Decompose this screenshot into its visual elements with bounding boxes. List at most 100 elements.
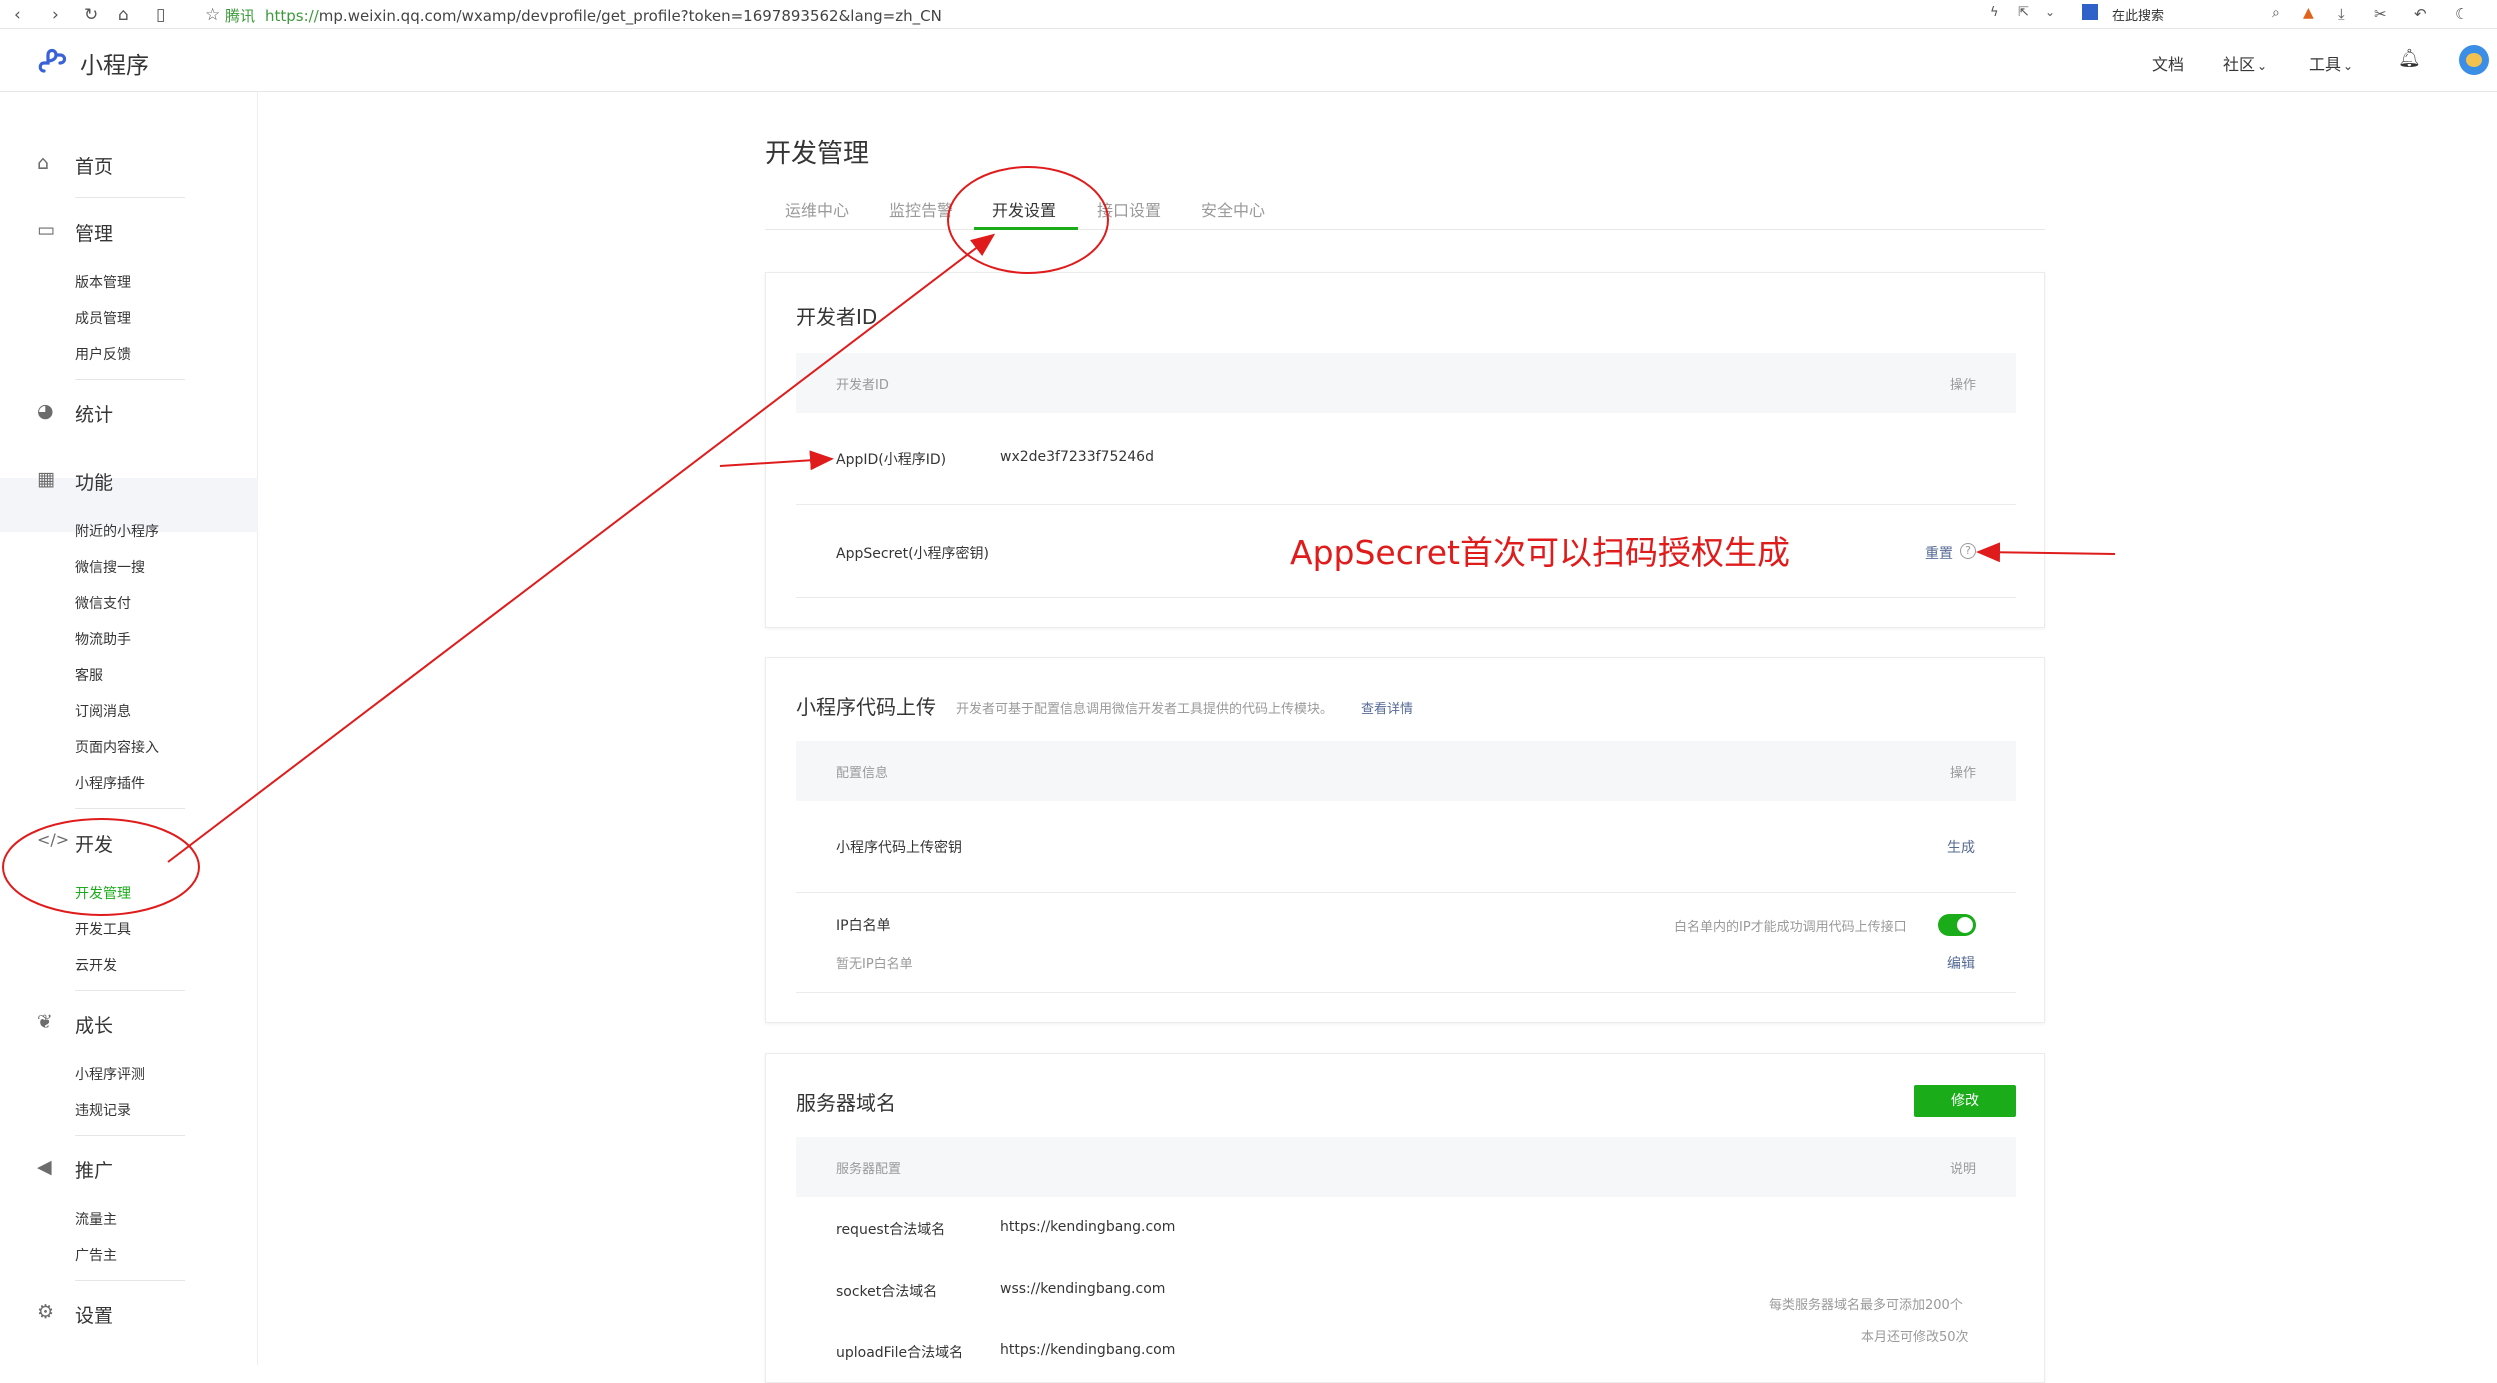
gear-icon: ⚙ bbox=[37, 1301, 55, 1323]
lightning-icon[interactable]: ϟ bbox=[1990, 5, 1999, 20]
edit-whitelist-link[interactable]: 编辑 bbox=[1947, 953, 1975, 973]
socket-domain-label: socket合法域名 bbox=[836, 1284, 938, 1300]
share-icon[interactable]: ⇱ bbox=[2018, 5, 2029, 20]
card-server-domains: 服务器域名 修改 服务器配置 说明 request合法域名 https://ke… bbox=[765, 1053, 2045, 1383]
avatar[interactable] bbox=[2459, 45, 2489, 75]
sidebar-item-home[interactable]: 首页 bbox=[75, 152, 113, 179]
brand-title: 小程序 bbox=[80, 53, 149, 79]
home-icon: ⌂ bbox=[37, 152, 50, 174]
annotation-text: AppSecret首次可以扫码授权生成 bbox=[1290, 533, 1790, 572]
forward-icon[interactable]: › bbox=[52, 5, 59, 25]
help-icon[interactable]: ? bbox=[1960, 543, 1976, 559]
sidebar-item-feedback[interactable]: 用户反馈 bbox=[75, 344, 131, 364]
divider bbox=[75, 990, 185, 991]
scissors-icon[interactable]: ✂ bbox=[2374, 5, 2387, 23]
sidebar-item-dev-tools[interactable]: 开发工具 bbox=[75, 919, 131, 939]
appid-label: AppID(小程序ID) bbox=[836, 452, 947, 468]
sidebar-item-content[interactable]: 页面内容接入 bbox=[75, 737, 159, 757]
appid-value: wx2de3f7233f75246d bbox=[1000, 449, 1154, 465]
generate-key-link[interactable]: 生成 bbox=[1947, 837, 1975, 857]
reset-secret-link[interactable]: 重置 bbox=[1925, 543, 1953, 563]
sidebar-item-pay[interactable]: 微信支付 bbox=[75, 593, 131, 613]
pie-chart-icon: ◕ bbox=[37, 400, 54, 422]
chevron-down-icon[interactable]: ⌄ bbox=[2045, 5, 2055, 19]
chevron-down-icon: ⌄ bbox=[2343, 59, 2354, 73]
sidebar-item-search[interactable]: 微信搜一搜 bbox=[75, 557, 145, 577]
sidebar-item-settings[interactable]: 设置 bbox=[75, 1301, 113, 1328]
domain-limit-note: 每类服务器域名最多可添加200个 bbox=[1769, 1298, 1963, 1313]
url-scheme: https:// bbox=[265, 7, 319, 25]
refresh-icon[interactable]: ↻ bbox=[84, 5, 98, 25]
ip-whitelist-toggle[interactable] bbox=[1938, 914, 1976, 936]
star-icon[interactable]: ☆ bbox=[205, 5, 220, 25]
browser-search-placeholder: 在此搜索 bbox=[2112, 9, 2165, 24]
row-divider bbox=[796, 597, 2016, 598]
sidebar-item-features[interactable]: 功能 bbox=[75, 468, 113, 495]
sidebar-item-nearby[interactable]: 附近的小程序 bbox=[75, 521, 159, 541]
upload-domain-value: https://kendingbang.com bbox=[1000, 1342, 1176, 1358]
download-icon[interactable]: ⤓ bbox=[2338, 5, 2345, 23]
grid-icon: ▦ bbox=[37, 468, 55, 490]
back-icon[interactable]: ‹ bbox=[14, 5, 21, 25]
ip-whitelist-hint: 白名单内的IP才能成功调用代码上传接口 bbox=[1674, 920, 1907, 935]
bell-icon[interactable]: 🔔︎ bbox=[2398, 48, 2421, 69]
divider bbox=[75, 379, 185, 380]
row-divider bbox=[796, 504, 2016, 505]
nav-tools[interactable]: 工具 ⌄ bbox=[2309, 51, 2353, 75]
table-header: 开发者ID 操作 bbox=[796, 353, 2016, 413]
sidebar-item-service[interactable]: 客服 bbox=[75, 665, 103, 685]
nav-community-label: 社区 bbox=[2223, 55, 2256, 74]
sidebar-item-advertiser[interactable]: 广告主 bbox=[75, 1245, 117, 1265]
socket-domain-value: wss://kendingbang.com bbox=[1000, 1281, 1166, 1297]
site-label: 腾讯 bbox=[225, 7, 256, 25]
sidebar-item-growth[interactable]: 成长 bbox=[75, 1011, 113, 1038]
undo-icon[interactable]: ↶ bbox=[2414, 5, 2427, 23]
sidebar-item-dev-manage[interactable]: 开发管理 bbox=[75, 883, 131, 903]
divider bbox=[75, 1135, 185, 1136]
moon-icon[interactable]: ☾ bbox=[2455, 5, 2468, 23]
sidebar-item-traffic[interactable]: 流量主 bbox=[75, 1209, 117, 1229]
view-details-link[interactable]: 查看详情 bbox=[1361, 698, 1413, 717]
address-bar[interactable]: 腾讯 https://mp.weixin.qq.com/wxamp/devprof… bbox=[225, 5, 942, 26]
sidebar-item-members[interactable]: 成员管理 bbox=[75, 308, 131, 328]
home-icon[interactable]: ⌂ bbox=[118, 5, 129, 25]
sidebar-item-promo[interactable]: 推广 bbox=[75, 1156, 113, 1183]
tab-dev-settings[interactable]: 开发设置 bbox=[992, 197, 1056, 221]
modify-button[interactable]: 修改 bbox=[1914, 1085, 2016, 1117]
sidebar-item-violations[interactable]: 违规记录 bbox=[75, 1100, 131, 1120]
browser-toolbar: ‹ › ↻ ⌂ ▯ ☆ 腾讯 https://mp.weixin.qq.com/w… bbox=[0, 0, 2497, 29]
reader-icon[interactable]: ▯ bbox=[156, 5, 165, 25]
sidebar-item-stats[interactable]: 统计 bbox=[75, 400, 113, 427]
browser-search[interactable]: 在此搜索 bbox=[2080, 3, 2290, 25]
search-engine-icon bbox=[2082, 4, 2098, 20]
ip-whitelist-label: IP白名单 bbox=[836, 918, 891, 934]
tab-api-settings[interactable]: 接口设置 bbox=[1097, 197, 1161, 221]
sidebar-item-cloud[interactable]: 云开发 bbox=[75, 955, 117, 975]
inbox-icon: ▭ bbox=[37, 219, 55, 241]
tab-ops[interactable]: 运维中心 bbox=[785, 197, 849, 221]
nav-community[interactable]: 社区 ⌄ bbox=[2223, 51, 2267, 75]
ip-whitelist-empty: 暂无IP白名单 bbox=[836, 957, 913, 972]
sidebar-item-logistics[interactable]: 物流助手 bbox=[75, 629, 131, 649]
search-icon[interactable]: ⌕ bbox=[2272, 5, 2280, 21]
megaphone-icon: ◀ bbox=[37, 1156, 52, 1178]
nav-docs[interactable]: 文档 bbox=[2152, 51, 2184, 75]
card-description: 开发者可基于配置信息调用微信开发者工具提供的代码上传模块。 bbox=[956, 702, 1334, 717]
miniprogram-logo-icon bbox=[38, 48, 67, 73]
sidebar-item-evaluate[interactable]: 小程序评测 bbox=[75, 1064, 145, 1084]
sidebar-item-versions[interactable]: 版本管理 bbox=[75, 272, 131, 292]
table-header-action: 操作 bbox=[1949, 766, 1976, 781]
card-title: 小程序代码上传 bbox=[796, 695, 936, 719]
game-icon[interactable]: ▲ bbox=[2303, 5, 2314, 21]
row-divider bbox=[796, 892, 2016, 893]
sidebar-item-manage[interactable]: 管理 bbox=[75, 219, 113, 246]
tab-security[interactable]: 安全中心 bbox=[1201, 197, 1265, 221]
sidebar-item-plugins[interactable]: 小程序插件 bbox=[75, 773, 145, 793]
sidebar-item-dev[interactable]: 开发 bbox=[75, 830, 113, 857]
table-header: 服务器配置 说明 bbox=[796, 1137, 2016, 1197]
tab-bar: 运维中心 监控告警 开发设置 接口设置 安全中心 bbox=[765, 182, 2045, 230]
tab-monitor[interactable]: 监控告警 bbox=[889, 197, 953, 221]
code-icon: </> bbox=[37, 830, 70, 849]
table-header: 配置信息 操作 bbox=[796, 741, 2016, 801]
sidebar-item-subscribe[interactable]: 订阅消息 bbox=[75, 701, 131, 721]
